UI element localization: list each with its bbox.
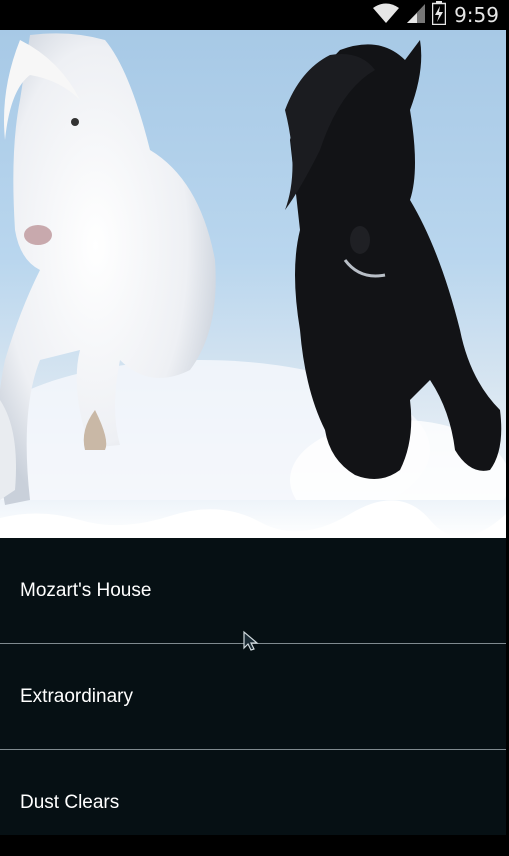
list-item[interactable]: Extraordinary: [0, 644, 506, 750]
list-item-label: Mozart's House: [20, 580, 152, 601]
song-list: Mozart's House Extraordinary Dust Clears: [0, 538, 506, 835]
list-item-label: Extraordinary: [20, 686, 133, 707]
cell-signal-icon: [406, 2, 426, 28]
status-bar: 9:59: [0, 0, 509, 30]
wifi-icon: [372, 2, 400, 28]
status-time: 9:59: [454, 3, 499, 27]
list-item[interactable]: Dust Clears: [0, 750, 506, 856]
status-icons: 9:59: [372, 0, 499, 30]
list-item-label: Dust Clears: [20, 792, 120, 813]
hero-image: [0, 30, 506, 538]
list-item[interactable]: Mozart's House: [0, 538, 506, 644]
mouse-cursor-icon: [242, 630, 260, 656]
battery-charging-icon: [431, 1, 447, 29]
